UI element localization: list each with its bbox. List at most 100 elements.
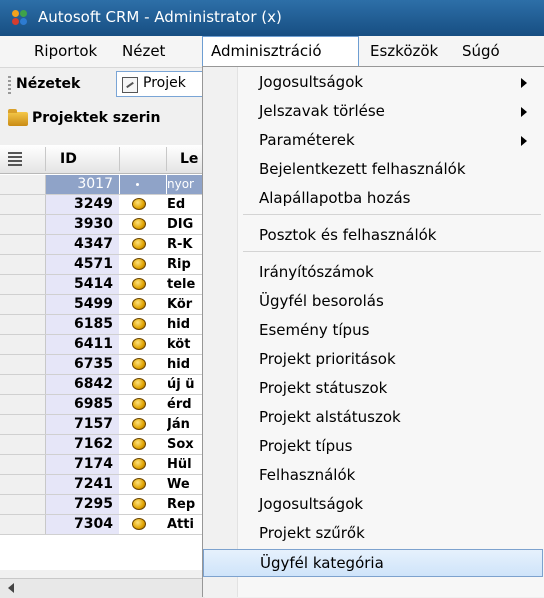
menu-item-14[interactable]: Jogosultságok — [203, 491, 543, 519]
menu-item-9[interactable]: Projekt prioritások — [203, 346, 543, 374]
table-row[interactable]: 7241 We — [0, 475, 205, 495]
column-header-le[interactable]: Le — [180, 151, 198, 167]
column-divider[interactable] — [45, 147, 46, 171]
table-row[interactable]: 4347 R-K — [0, 235, 205, 255]
cell-id: 6735 — [46, 355, 119, 374]
table-row[interactable]: 5414 tele — [0, 275, 205, 295]
table-row[interactable]: 3930 DIG — [0, 215, 205, 235]
menu-item-13[interactable]: Felhasználók — [203, 462, 543, 490]
toolbar: Nézetek Projek — [0, 68, 216, 102]
row-indicator[interactable] — [0, 515, 46, 534]
cell-icon — [120, 495, 166, 514]
table-row[interactable]: 7304 Atti — [0, 515, 205, 535]
row-indicator[interactable] — [0, 475, 46, 494]
table-row[interactable]: 6185 hid — [0, 315, 205, 335]
coin-icon — [132, 218, 146, 230]
row-indicator[interactable] — [0, 335, 46, 354]
row-indicator[interactable] — [0, 355, 46, 374]
cell-icon — [120, 195, 166, 214]
menu-item-2[interactable]: Paraméterek — [203, 127, 543, 155]
coin-icon — [132, 278, 146, 290]
scroll-left-icon[interactable] — [8, 583, 14, 593]
menu-item-10[interactable]: Projekt státuszok — [203, 375, 543, 403]
row-indicator[interactable] — [0, 415, 46, 434]
submenu-arrow-icon — [521, 78, 527, 88]
table-row[interactable]: 4571 Rip — [0, 255, 205, 275]
table-row[interactable]: 3249 Ed — [0, 195, 205, 215]
menu-item-8[interactable]: Esemény típus — [203, 317, 543, 345]
menu-item-7[interactable]: Ügyfél besorolás — [203, 288, 543, 316]
table-row[interactable]: 7174 Hül — [0, 455, 205, 475]
cell-id: 6411 — [46, 335, 119, 354]
cell-icon — [120, 395, 166, 414]
menu-nezet[interactable]: Nézet — [122, 36, 165, 67]
row-indicator[interactable] — [0, 175, 46, 194]
row-indicator[interactable] — [0, 215, 46, 234]
cell-le: Hül — [167, 457, 192, 472]
menu-bar: Riportok Nézet Adminisztráció Eszközök S… — [0, 36, 544, 68]
table-row[interactable]: 6842 új ü — [0, 375, 205, 395]
table-row[interactable]: 7295 Rep — [0, 495, 205, 515]
menu-item-15[interactable]: Projekt szűrők — [203, 520, 543, 548]
horizontal-scrollbar[interactable] — [0, 578, 205, 598]
menu-eszkozok[interactable]: Eszközök — [370, 36, 438, 67]
cell-le: We — [167, 477, 190, 492]
coin-icon — [132, 438, 146, 450]
menu-item-label: Projekt státuszok — [259, 379, 388, 397]
row-indicator[interactable] — [0, 435, 46, 454]
row-indicator[interactable] — [0, 395, 46, 414]
menu-item-6[interactable]: Irányítószámok — [203, 259, 543, 287]
row-indicator[interactable] — [0, 255, 46, 274]
cell-icon — [120, 415, 166, 434]
row-indicator[interactable] — [0, 455, 46, 474]
row-indicator[interactable] — [0, 275, 46, 294]
menu-item-1[interactable]: Jelszavak törlése — [203, 98, 543, 126]
cell-icon — [120, 355, 166, 374]
row-indicator[interactable] — [0, 235, 46, 254]
row-selector-icon[interactable] — [8, 151, 22, 167]
menu-item-label: Posztok és felhasználók — [259, 226, 437, 244]
cell-id: 7304 — [46, 515, 119, 534]
cell-icon — [120, 455, 166, 474]
coin-icon — [132, 338, 146, 350]
adminisztracio-dropdown: Jogosultságok Jelszavak törlése Paramétere… — [202, 66, 544, 597]
menu-item-16[interactable]: Ügyfél kategória — [203, 549, 543, 577]
cell-le: Rep — [167, 497, 196, 512]
table-row[interactable]: 7157 Ján — [0, 415, 205, 435]
project-grid: ID Le 3017 nyor 3249 Ed 3930 DIG 4347 R-K 4571 Ri… — [0, 145, 205, 570]
row-indicator[interactable] — [0, 295, 46, 314]
menu-item-3[interactable]: Bejelentkezett felhasználók — [203, 156, 543, 184]
window-title: Autosoft CRM - Administrator (x) — [38, 8, 282, 26]
column-divider[interactable] — [166, 147, 167, 171]
cell-icon — [120, 435, 166, 454]
table-row[interactable]: 6985 érd — [0, 395, 205, 415]
menu-item-0[interactable]: Jogosultságok — [203, 69, 543, 97]
menu-item-12[interactable]: Projekt típus — [203, 433, 543, 461]
menu-item-5[interactable]: Posztok és felhasználók — [203, 222, 543, 250]
column-header-id[interactable]: ID — [60, 151, 77, 167]
cell-id: 4347 — [46, 235, 119, 254]
row-indicator[interactable] — [0, 375, 46, 394]
projekt-view-button[interactable]: Projek — [116, 71, 216, 97]
menu-sugo[interactable]: Súgó — [462, 36, 500, 67]
column-divider[interactable] — [119, 147, 120, 171]
cell-le: hid — [167, 317, 191, 332]
cell-le: Ján — [167, 417, 190, 432]
toolbar-grip[interactable] — [8, 76, 11, 94]
coin-icon — [132, 378, 146, 390]
cell-le: érd — [167, 397, 192, 412]
menu-item-11[interactable]: Projekt alstátuszok — [203, 404, 543, 432]
row-indicator[interactable] — [0, 195, 46, 214]
row-indicator[interactable] — [0, 495, 46, 514]
menu-item-4[interactable]: Alapállapotba hozás — [203, 185, 543, 213]
menu-adminisztracio[interactable]: Adminisztráció — [202, 36, 359, 67]
cell-le: nyor — [167, 175, 205, 194]
table-row[interactable]: 6411 köt — [0, 335, 205, 355]
table-row[interactable]: 3017 nyor — [0, 175, 205, 195]
menu-riportok[interactable]: Riportok — [34, 36, 97, 67]
row-indicator[interactable] — [0, 315, 46, 334]
table-row[interactable]: 7162 Sox — [0, 435, 205, 455]
table-row[interactable]: 5499 Kör — [0, 295, 205, 315]
table-row[interactable]: 6735 hid — [0, 355, 205, 375]
cell-id: 6185 — [46, 315, 119, 334]
